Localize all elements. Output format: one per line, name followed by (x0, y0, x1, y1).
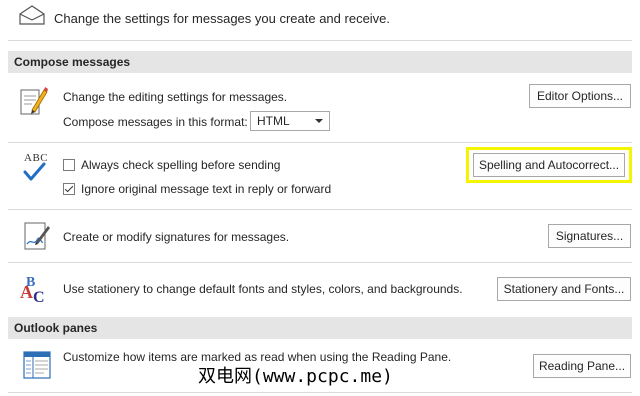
watermark-text: 双电网(www.pcpc.me) (198, 366, 393, 387)
signatures-text: Create or modify signatures for messages… (63, 230, 290, 244)
compose-format-value: HTML (257, 114, 290, 128)
page-description: Change the settings for messages you cre… (54, 11, 391, 26)
abc-check-icon: ABC (22, 150, 52, 184)
reading-pane-button[interactable]: Reading Pane... (533, 354, 631, 378)
chevron-down-icon (315, 119, 323, 123)
reading-pane-icon (22, 350, 52, 380)
svg-text:C: C (33, 289, 45, 306)
edit-document-icon (18, 84, 50, 120)
always-check-spelling-checkbox[interactable] (63, 159, 75, 171)
signatures-button[interactable]: Signatures... (548, 224, 631, 248)
compose-format-select[interactable]: HTML (250, 111, 330, 131)
editor-options-button[interactable]: Editor Options... (529, 84, 631, 108)
stationery-fonts-button[interactable]: Stationery and Fonts... (497, 277, 631, 301)
compose-format-label: Compose messages in this format: (63, 115, 248, 129)
stationery-abc-icon: B A C (18, 270, 52, 306)
svg-text:A: A (20, 282, 33, 302)
stationery-text: Use stationery to change default fonts a… (63, 282, 463, 296)
compose-messages-header: Compose messages (8, 51, 632, 73)
ignore-original-text-checkbox[interactable] (63, 183, 75, 195)
envelope-icon (18, 4, 46, 26)
highlight-box (466, 147, 632, 183)
ignore-original-text-label[interactable]: Ignore original message text in reply or… (81, 182, 331, 196)
signature-icon (22, 220, 52, 252)
outlook-panes-header: Outlook panes (8, 317, 632, 339)
editing-settings-text: Change the editing settings for messages… (63, 90, 288, 104)
always-check-spelling-label[interactable]: Always check spelling before sending (81, 158, 280, 172)
